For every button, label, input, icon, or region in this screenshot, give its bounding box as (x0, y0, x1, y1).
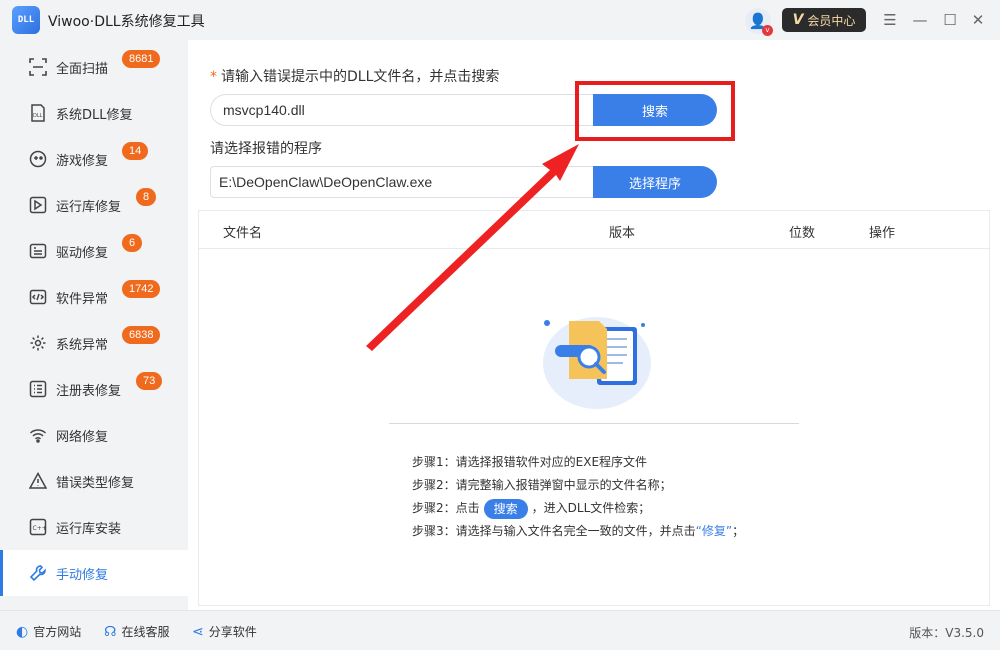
vip-icon: V (792, 12, 804, 28)
vip-badge-icon: v (762, 25, 773, 36)
sidebar-item-system-error[interactable]: 系统异常 6838 (0, 320, 188, 366)
count-badge: 8681 (122, 50, 161, 68)
sidebar-item-runtime-install[interactable]: C++ 运行库安装 (0, 504, 188, 550)
wrench-icon (28, 563, 48, 583)
select-program-button[interactable]: 选择程序 (593, 166, 717, 198)
sidebar-item-system-dll[interactable]: DLL 系统DLL修复 (0, 90, 188, 136)
sidebar-item-label: 网络修复 (56, 429, 109, 445)
steps-instructions: 步骤1： 请选择报错软件对应的EXE程序文件 步骤2： 请完整输入报错弹窗中显示的文… (412, 451, 744, 543)
count-badge: 14 (122, 142, 149, 160)
required-star: * (210, 69, 217, 85)
sidebar-item-label: 系统异常 (56, 337, 109, 353)
sidebar-item-manual-repair[interactable]: 手动修复 (0, 550, 188, 596)
menu-icon[interactable]: ☰ (880, 10, 900, 30)
sidebar-item-error-type[interactable]: 错误类型修复 (0, 458, 188, 504)
avatar[interactable]: 👤 v (745, 8, 773, 36)
svg-text:C++: C++ (33, 525, 47, 532)
headset-icon: ☊ (104, 623, 117, 640)
manual-repair-panel: * 请输入错误提示中的DLL文件名，并点击搜索 msvcp140.dll 搜索 请… (188, 40, 1000, 610)
repair-link-text: “修复” (695, 524, 733, 538)
count-badge: 73 (136, 372, 163, 390)
gear-icon (28, 333, 48, 353)
step-line: 步骤2： 请完整输入报错弹窗中显示的文件名称； (412, 478, 672, 492)
header-filename: 文件名 (223, 226, 263, 241)
vip-center-label: 会员中心 (807, 13, 856, 28)
share-software-link[interactable]: ⋖ 分享软件 (192, 623, 257, 640)
program-path-input[interactable]: E:\DeOpenClaw\DeOpenClaw.exe (210, 166, 595, 198)
sidebar-item-full-scan[interactable]: 全面扫描 8681 (0, 44, 188, 90)
sidebar-item-driver[interactable]: 驱动修复 6 (0, 228, 188, 274)
online-support-link[interactable]: ☊ 在线客服 (104, 623, 169, 640)
warning-icon (28, 471, 48, 491)
title-bar: DLL Viwoo·DLL系统修复工具 👤 v V 会员中心 ☰ — ☐ ✕ (0, 0, 1000, 40)
app-title: Viwoo·DLL系统修复工具 (48, 14, 205, 30)
svg-text:DLL: DLL (33, 113, 43, 119)
sidebar-item-runtime-repair[interactable]: 运行库修复 8 (0, 182, 188, 228)
count-badge: 8 (136, 188, 157, 206)
list-icon (28, 379, 48, 399)
globe-icon: ◐ (16, 623, 29, 640)
result-table: 文件名 版本 位数 操作 步骤1： 请选择报错软件对应的EXE程序文件 步骤2：请… (198, 210, 990, 606)
search-pill: 搜索 (483, 498, 528, 519)
install-icon: C++ (28, 517, 48, 537)
sidebar-item-game[interactable]: 游戏修复 14 (0, 136, 188, 182)
header-version: 版本 (609, 226, 636, 241)
step-line: 步骤1： 请选择报错软件对应的EXE程序文件 (412, 455, 648, 469)
step-line: 步骤3： 请选择与输入文件名完全一致的文件，并点击 “修复”； (412, 520, 744, 543)
sidebar-item-label: 运行库安装 (56, 521, 122, 537)
header-bits: 位数 (789, 226, 816, 241)
divider (389, 423, 799, 424)
footer-bar: ◐ 官方网站 ☊ 在线客服 ⋖ 分享软件 版本：V3.5.0 (0, 610, 1000, 650)
step-line: 步骤2： 点击 搜索 ，进入DLL文件检索； (412, 497, 744, 520)
header-action: 操作 (869, 226, 896, 241)
sidebar-item-label: 全面扫描 (56, 61, 109, 77)
version-text: 版本：V3.5.0 (909, 626, 984, 640)
scan-icon (28, 57, 48, 77)
wifi-icon (28, 425, 48, 445)
share-icon: ⋖ (192, 623, 204, 640)
maximize-icon[interactable]: ☐ (940, 10, 960, 30)
sidebar-item-network[interactable]: 网络修复 (0, 412, 188, 458)
highlight-box (575, 81, 735, 141)
sidebar-item-label: 软件异常 (56, 291, 109, 307)
sidebar-item-label: 注册表修复 (56, 383, 122, 399)
program-label: 请选择报错的程序 (210, 141, 322, 157)
official-website-link[interactable]: ◐ 官方网站 (16, 623, 81, 640)
count-badge: 1742 (122, 280, 161, 298)
sidebar-item-label: 驱动修复 (56, 245, 109, 261)
vip-center-button[interactable]: V 会员中心 (782, 8, 866, 32)
minimize-icon[interactable]: — (910, 10, 930, 30)
sidebar-item-label: 手动修复 (56, 567, 109, 583)
app-logo-icon: DLL (12, 6, 40, 34)
sidebar-item-software-error[interactable]: 软件异常 1742 (0, 274, 188, 320)
driver-icon (28, 241, 48, 261)
dll-icon: DLL (28, 103, 48, 123)
sidebar-item-label: 系统DLL修复 (56, 107, 133, 123)
sidebar-item-label: 错误类型修复 (56, 475, 135, 491)
sidebar-item-label: 运行库修复 (56, 199, 122, 215)
dll-name-label: * 请输入错误提示中的DLL文件名，并点击搜索 (210, 69, 500, 85)
close-icon[interactable]: ✕ (968, 10, 988, 30)
runtime-icon (28, 195, 48, 215)
dll-name-input[interactable]: msvcp140.dll (210, 94, 595, 126)
code-icon (28, 287, 48, 307)
count-badge: 6838 (122, 326, 161, 344)
sidebar-item-registry[interactable]: 注册表修复 73 (0, 366, 188, 412)
sidebar-item-label: 游戏修复 (56, 153, 109, 169)
sidebar: 全面扫描 8681 DLL 系统DLL修复 游戏修复 14 运行库修复 8 驱动… (0, 40, 188, 610)
table-header: 文件名 版本 位数 操作 (199, 211, 989, 249)
count-badge: 6 (122, 234, 143, 252)
empty-search-illustration-icon (543, 317, 651, 409)
gamepad-icon (28, 149, 48, 169)
